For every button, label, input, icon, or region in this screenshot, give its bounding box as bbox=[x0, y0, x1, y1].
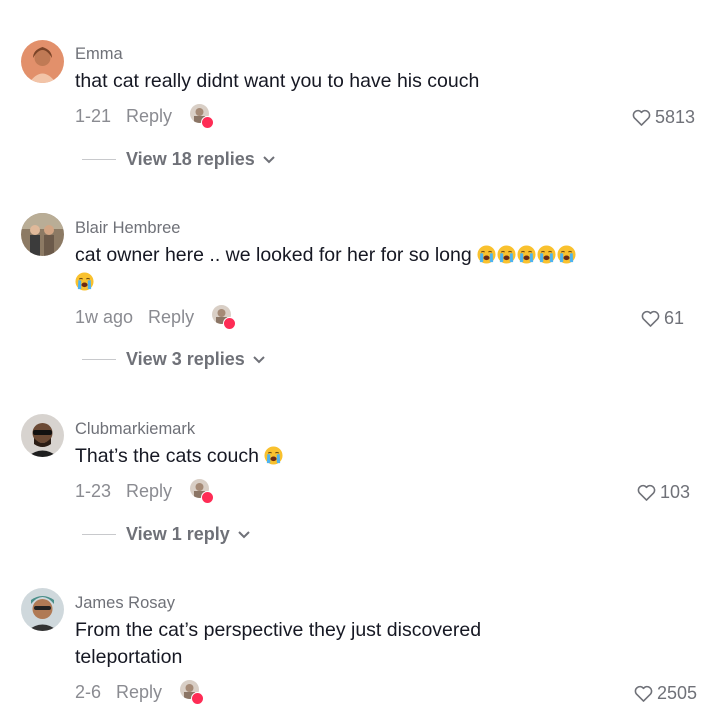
like-button[interactable]: 2505 bbox=[634, 683, 697, 704]
avatar[interactable] bbox=[21, 588, 64, 631]
reply-button[interactable]: Reply bbox=[126, 106, 172, 127]
comment-meta: 1-21 Reply bbox=[75, 104, 215, 129]
reply-button[interactable]: Reply bbox=[126, 481, 172, 502]
chevron-down-icon bbox=[253, 355, 265, 363]
view-replies-button[interactable]: View 1 reply bbox=[82, 524, 250, 545]
comment-meta: 1-23 Reply bbox=[75, 479, 215, 504]
loudly-crying-face-icon bbox=[557, 245, 576, 264]
comment-text: From the cat’s perspective they just dis… bbox=[75, 619, 482, 668]
view-replies-button[interactable]: View 3 replies bbox=[82, 349, 265, 370]
heart-outline-icon bbox=[634, 685, 653, 702]
creator-liked-icon bbox=[210, 305, 237, 330]
divider-line bbox=[82, 159, 116, 160]
loudly-crying-face-icon bbox=[264, 446, 283, 465]
like-count: 61 bbox=[663, 308, 684, 328]
creator-liked-icon bbox=[188, 479, 215, 504]
comment-username[interactable]: Emma bbox=[75, 45, 123, 64]
like-count: 5813 bbox=[654, 107, 695, 127]
comment-date: 1-23 bbox=[75, 480, 112, 501]
like-count: 2505 bbox=[656, 683, 697, 703]
comment-date: 1-21 bbox=[75, 105, 112, 126]
view-replies-label: View 1 reply bbox=[126, 524, 230, 544]
avatar[interactable] bbox=[21, 414, 64, 457]
like-button[interactable]: 5813 bbox=[632, 107, 695, 128]
loudly-crying-face-icon bbox=[477, 245, 496, 264]
heart-outline-icon bbox=[637, 484, 656, 501]
comment-text-body: That’s the cats couch bbox=[75, 445, 259, 467]
comment-date: 2-6 bbox=[75, 681, 102, 702]
avatar[interactable] bbox=[21, 213, 64, 256]
comment-text: cat owner here .. we looked for her for … bbox=[75, 242, 615, 296]
creator-liked-icon bbox=[178, 680, 205, 705]
comment-username[interactable]: James Rosay bbox=[75, 594, 175, 613]
loudly-crying-face-icon bbox=[537, 245, 556, 264]
like-count: 103 bbox=[659, 482, 690, 502]
like-button[interactable]: 61 bbox=[641, 308, 684, 329]
comment-meta: 1w ago Reply bbox=[75, 305, 237, 330]
comment-meta: 2-6 Reply bbox=[75, 680, 205, 705]
loudly-crying-face-icon bbox=[75, 272, 94, 291]
like-button[interactable]: 103 bbox=[637, 482, 690, 503]
heart-outline-icon bbox=[632, 109, 651, 126]
comment-text: that cat really didnt want you to have h… bbox=[75, 70, 480, 92]
creator-liked-icon bbox=[188, 104, 215, 129]
divider-line bbox=[82, 359, 116, 360]
loudly-crying-face-icon bbox=[517, 245, 536, 264]
reply-button[interactable]: Reply bbox=[116, 682, 162, 703]
comment-date: 1w ago bbox=[75, 306, 134, 327]
reply-button[interactable]: Reply bbox=[148, 307, 194, 328]
heart-outline-icon bbox=[641, 310, 660, 327]
comment-username[interactable]: Blair Hembree bbox=[75, 219, 180, 238]
view-replies-label: View 18 replies bbox=[126, 149, 255, 169]
view-replies-button[interactable]: View 18 replies bbox=[82, 149, 275, 170]
avatar[interactable] bbox=[21, 40, 64, 83]
chevron-down-icon bbox=[238, 530, 250, 538]
comment-username[interactable]: Clubmarkiemark bbox=[75, 420, 195, 439]
comment-text: That’s the cats couch bbox=[75, 443, 635, 470]
chevron-down-icon bbox=[263, 155, 275, 163]
view-replies-label: View 3 replies bbox=[126, 349, 245, 369]
divider-line bbox=[82, 534, 116, 535]
comment-text-body: cat owner here .. we looked for her for … bbox=[75, 244, 472, 266]
loudly-crying-face-icon bbox=[497, 245, 516, 264]
